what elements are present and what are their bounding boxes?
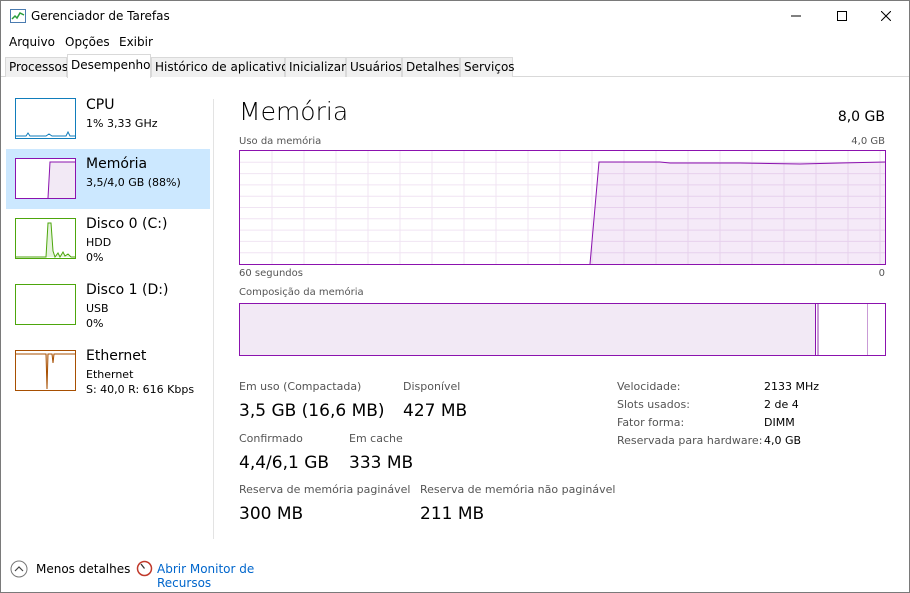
sidebar-item-label: Memória (86, 156, 148, 172)
tab-servicos[interactable]: Serviços (460, 57, 515, 77)
in-use-label: Em uso (Compactada) (239, 380, 362, 393)
menu-arquivo[interactable]: Arquivo (9, 35, 55, 49)
cpu-thumbnail (15, 98, 76, 139)
in-use-value: 3,5 GB (16,6 MB) (239, 401, 385, 421)
disk0-thumbnail (15, 218, 76, 259)
task-manager-window: Gerenciador de Tarefas Arquivo Opções Ex… (0, 0, 910, 593)
page-title: Memória (239, 97, 349, 126)
paged-pool-value: 300 MB (239, 504, 304, 524)
tab-detalhes[interactable]: Detalhes (402, 57, 460, 77)
available-label: Disponível (403, 380, 461, 393)
nonpaged-pool-label: Reserva de memória não paginável (420, 483, 616, 496)
memory-total: 8,0 GB (837, 109, 885, 125)
spec-slots-value: 2 de 4 (764, 398, 799, 411)
cached-label: Em cache (349, 432, 403, 445)
open-resource-monitor-link[interactable]: Abrir Monitor de Recursos (136, 559, 306, 590)
tab-historico[interactable]: Histórico de aplicativos (151, 57, 295, 77)
sidebar-item-disco-1[interactable]: Disco 1 (D:) USB 0% (6, 275, 210, 335)
spec-speed-label: Velocidade: (617, 380, 681, 393)
sidebar-item-label: Disco 1 (D:) (86, 282, 169, 298)
spec-form-value: DIMM (764, 416, 795, 429)
sidebar-item-disco-0[interactable]: Disco 0 (C:) HDD 0% (6, 209, 210, 269)
menu-exibir[interactable]: Exibir (119, 35, 153, 49)
disk1-thumbnail (15, 284, 76, 325)
tab-desempenho[interactable]: Desempenho (67, 54, 151, 78)
sidebar-item-sub: USB (86, 302, 109, 315)
usage-graph-max: 4,0 GB (851, 136, 885, 147)
sidebar-item-sub2: 0% (86, 317, 104, 330)
paged-pool-label: Reserva de memória paginável (239, 483, 411, 496)
sidebar-item-sub2: 0% (86, 251, 104, 264)
sidebar-item-sub: Ethernet (86, 368, 134, 381)
tab-processos[interactable]: Processos (5, 57, 68, 77)
resource-monitor-icon (136, 560, 153, 577)
footer: Menos detalhes Abrir Monitor de Recursos (1, 556, 909, 590)
composition-modified (817, 304, 819, 355)
sidebar-item-cpu[interactable]: CPU 1% 3,33 GHz (6, 90, 210, 150)
spec-speed-value: 2133 MHz (764, 380, 820, 393)
memory-composition-bar (239, 303, 886, 356)
spec-slots-label: Slots usados: (617, 398, 690, 411)
sidebar-item-sub: HDD (86, 236, 112, 249)
tab-inicializar[interactable]: Inicializar (285, 57, 346, 77)
sidebar-item-label: CPU (86, 97, 115, 113)
maximize-button[interactable] (819, 1, 865, 31)
memory-usage-graph (239, 150, 886, 265)
spec-reserved-label: Reservada para hardware: (617, 434, 763, 447)
close-icon (881, 11, 891, 21)
sidebar-item-label: Ethernet (86, 348, 147, 364)
composition-standby (867, 304, 868, 355)
spec-reserved-value: 4,0 GB (764, 434, 802, 447)
graph-time-right: 0 (878, 268, 885, 279)
panel-divider (213, 99, 214, 539)
menu-opcoes[interactable]: Opções (65, 35, 110, 49)
tab-bar: Processos Desempenho Histórico de aplica… (1, 54, 909, 78)
task-manager-icon (10, 9, 26, 23)
composition-label: Composição da memória (239, 287, 364, 298)
committed-label: Confirmado (239, 432, 303, 445)
sidebar-item-sub2: S: 40,0 R: 616 Kbps (86, 383, 195, 396)
sidebar-item-label: Disco 0 (C:) (86, 216, 168, 232)
minimize-icon (791, 15, 801, 17)
nonpaged-pool-value: 211 MB (420, 504, 485, 524)
minimize-button[interactable] (773, 1, 819, 31)
maximize-icon (837, 11, 847, 21)
sidebar-item-sub: 3,5/4,0 GB (88%) (86, 176, 181, 189)
graph-time-left: 60 segundos (239, 268, 303, 279)
close-button[interactable] (863, 1, 909, 31)
sidebar-item-ethernet[interactable]: Ethernet Ethernet S: 40,0 R: 616 Kbps (6, 341, 210, 401)
open-resource-monitor-label: Abrir Monitor de Recursos (157, 562, 255, 590)
usage-graph-label: Uso da memória (239, 136, 322, 147)
sidebar: CPU 1% 3,33 GHz Memória 3,5/4,0 GB (88%)… (1, 78, 213, 538)
sidebar-item-memoria[interactable]: Memória 3,5/4,0 GB (88%) (6, 149, 210, 209)
chevron-up-icon (10, 560, 28, 578)
cached-value: 333 MB (349, 453, 414, 473)
tab-usuarios[interactable]: Usuários (346, 57, 402, 77)
committed-value: 4,4/6,1 GB (239, 453, 330, 473)
available-value: 427 MB (403, 401, 468, 421)
composition-in-use (240, 304, 816, 355)
spec-form-label: Fator forma: (617, 416, 685, 429)
window-title: Gerenciador de Tarefas (31, 9, 170, 23)
ethernet-thumbnail (15, 350, 76, 391)
sidebar-item-sub: 1% 3,33 GHz (86, 117, 158, 130)
title-bar: Gerenciador de Tarefas (1, 1, 909, 31)
less-details-label: Menos detalhes (36, 562, 131, 576)
menu-bar: Arquivo Opções Exibir (1, 32, 909, 52)
memory-thumbnail (15, 158, 76, 199)
